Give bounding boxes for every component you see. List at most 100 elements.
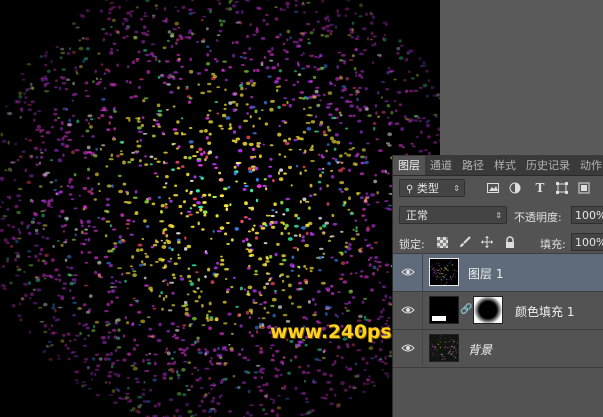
particle-dot	[103, 72, 107, 75]
particle-dot	[44, 253, 49, 257]
particle-dot	[388, 122, 392, 126]
particle-dot	[138, 264, 144, 267]
particle-dot	[393, 100, 397, 103]
particle-dot	[185, 384, 189, 388]
shape-filter-icon[interactable]	[555, 181, 569, 195]
particle-dot	[39, 155, 44, 159]
particle-dot	[245, 310, 250, 315]
particle-dot	[129, 233, 134, 236]
particle-dot	[187, 267, 190, 271]
particle-dot	[139, 138, 142, 142]
particle-dot	[269, 59, 274, 62]
particle-dot	[292, 246, 298, 249]
particle-dot	[292, 83, 297, 87]
particle-dot	[265, 214, 271, 217]
particle-dot	[438, 269, 440, 271]
layer-row-layer1[interactable]: 图层 1	[393, 254, 603, 292]
lock-position-move-icon[interactable]	[480, 235, 494, 249]
particle-dot	[25, 89, 28, 93]
divider	[422, 254, 423, 291]
smart-object-filter-icon[interactable]	[577, 181, 591, 195]
particle-dot	[29, 198, 33, 203]
particle-dot	[254, 109, 258, 114]
particle-dot	[109, 224, 112, 228]
particle-dot	[303, 107, 306, 111]
particle-dot	[205, 136, 209, 140]
particle-dot	[76, 382, 79, 385]
tab-history[interactable]: 历史记录	[521, 156, 575, 175]
filter-type-select[interactable]: ⚲ 类型 ⇕	[399, 179, 465, 197]
particle-dot	[316, 94, 321, 97]
particle-dot	[77, 307, 82, 310]
adjustment-filter-icon[interactable]	[508, 181, 522, 195]
particle-dot	[234, 322, 237, 326]
particle-dot	[53, 188, 57, 192]
layer-row-background[interactable]: 背景	[393, 330, 603, 368]
particle-dot	[410, 77, 415, 80]
lock-image-brush-icon[interactable]	[458, 235, 472, 249]
blend-mode-select[interactable]: 正常 ⇕	[399, 206, 507, 224]
layer-name[interactable]: 背景	[468, 341, 492, 358]
particle-dot	[71, 150, 75, 154]
particle-dot	[344, 152, 348, 155]
mask-thumbnail[interactable]	[473, 296, 503, 324]
particle-dot	[257, 145, 261, 148]
particle-dot	[68, 118, 72, 123]
particle-dot	[60, 243, 64, 247]
particle-dot	[208, 392, 211, 395]
particle-dot	[178, 57, 181, 61]
particle-dot	[258, 117, 261, 120]
particle-dot	[151, 14, 156, 17]
particle-dot	[5, 260, 9, 263]
lock-all-icon[interactable]	[503, 235, 517, 249]
particle-dot	[220, 258, 225, 262]
particle-dot	[114, 348, 118, 352]
tab-actions[interactable]: 动作	[575, 156, 603, 175]
visibility-eye-icon[interactable]	[401, 304, 415, 316]
particle-dot	[433, 336, 435, 338]
particle-dot	[269, 107, 274, 112]
tab-styles[interactable]: 样式	[489, 156, 521, 175]
particle-dot	[340, 381, 345, 386]
tab-layers[interactable]: 图层	[393, 156, 425, 175]
particle-dot	[97, 273, 101, 276]
particle-dot	[247, 242, 251, 245]
opacity-input[interactable]: 100%	[571, 206, 603, 224]
particle-dot	[195, 150, 199, 154]
particle-dot	[164, 161, 168, 165]
particle-dot	[433, 272, 435, 274]
particle-dot	[274, 252, 278, 257]
particle-dot	[176, 238, 181, 242]
document-canvas[interactable]	[0, 0, 440, 417]
layer-row-color-fill[interactable]: 🔗 颜色填充 1	[393, 292, 603, 330]
type-filter-icon[interactable]: T	[533, 181, 547, 195]
particle-dot	[165, 108, 169, 111]
particle-dot	[242, 141, 248, 146]
particle-dot	[330, 235, 335, 238]
particle-dot	[50, 331, 56, 336]
particle-dot	[249, 79, 254, 83]
particle-dot	[68, 130, 72, 133]
lock-transparent-icon[interactable]	[435, 235, 449, 249]
particle-dot	[14, 257, 18, 262]
tab-paths[interactable]: 路径	[457, 156, 489, 175]
particle-dot	[278, 153, 282, 156]
layer-name[interactable]: 图层 1	[468, 265, 503, 282]
particle-dot	[283, 155, 287, 158]
link-chain-icon[interactable]: 🔗	[460, 304, 472, 315]
particle-dot	[271, 225, 276, 229]
layer-name[interactable]: 颜色填充 1	[515, 303, 574, 320]
fill-input[interactable]: 100%	[571, 233, 603, 251]
tab-channels[interactable]: 通道	[425, 156, 457, 175]
particle-dot	[314, 303, 317, 306]
particle-dot	[186, 293, 190, 296]
image-filter-icon[interactable]	[486, 181, 500, 195]
particle-dot	[73, 207, 78, 210]
particle-dot	[125, 116, 131, 120]
particle-dot	[198, 164, 203, 167]
visibility-eye-icon[interactable]	[401, 266, 415, 278]
visibility-eye-icon[interactable]	[401, 342, 415, 354]
particle-dot	[176, 373, 181, 377]
particle-dot	[278, 177, 284, 182]
particle-dot	[366, 203, 371, 206]
